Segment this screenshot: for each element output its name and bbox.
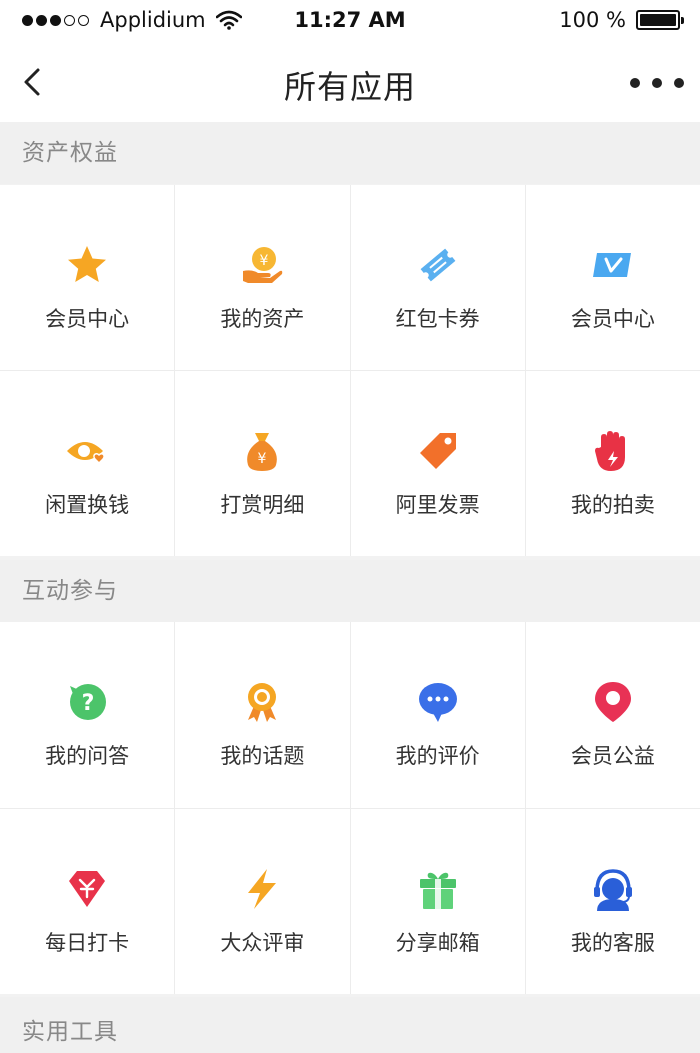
lightning-icon <box>238 865 286 913</box>
app-label: 我的问答 <box>45 744 130 768</box>
app-label: 红包卡券 <box>395 307 480 331</box>
eye-heart-icon <box>63 427 111 475</box>
app-item[interactable]: 大众评审 <box>175 809 350 994</box>
app-item[interactable]: 闲置换钱 <box>0 371 175 556</box>
section-header-assets: 资产权益 <box>0 122 700 184</box>
gift-icon <box>414 865 462 913</box>
app-item[interactable]: 会员中心 <box>525 185 700 370</box>
app-item[interactable]: ? 我的问答 <box>0 622 175 808</box>
app-label: 会员公益 <box>570 744 655 768</box>
coin-hand-icon: ¥ <box>238 241 286 289</box>
svg-text:¥: ¥ <box>260 253 269 269</box>
grid-assets: 会员中心 ¥ 我的资产 红包卡券 会员中心 闲置换钱 ¥ 打赏明细 阿里发票 我… <box>0 185 700 556</box>
v-card-icon <box>589 241 637 289</box>
diamond-icon <box>63 865 111 913</box>
money-bag-icon: ¥ <box>238 427 286 475</box>
app-item[interactable]: 我的拍卖 <box>525 371 700 556</box>
app-label: 闲置换钱 <box>45 493 130 517</box>
app-label: 分享邮箱 <box>395 931 480 955</box>
more-dot <box>652 78 662 88</box>
status-right: 100 % <box>559 8 684 32</box>
app-item[interactable]: 每日打卡 <box>0 809 175 994</box>
more-button[interactable] <box>630 68 684 98</box>
app-item[interactable]: ¥ 我的资产 <box>175 185 350 370</box>
svg-text:¥: ¥ <box>258 451 267 467</box>
app-item[interactable]: 阿里发票 <box>350 371 525 556</box>
app-item[interactable]: 我的评价 <box>350 622 525 808</box>
location-pin-icon <box>589 678 637 726</box>
app-item[interactable]: 我的客服 <box>525 809 700 994</box>
app-label: 我的客服 <box>570 931 655 955</box>
nav-bar: 所有应用 <box>0 44 700 122</box>
battery-percent: 100 % <box>559 8 626 32</box>
app-label: 会员中心 <box>45 307 130 331</box>
app-label: 我的拍卖 <box>570 493 655 517</box>
question-bubble-icon: ? <box>63 678 111 726</box>
tag-icon <box>414 427 462 475</box>
app-item[interactable]: 分享邮箱 <box>350 809 525 994</box>
app-label: 打赏明细 <box>220 493 305 517</box>
section-header-interaction: 互动参与 <box>0 560 700 622</box>
chat-bubble-icon <box>414 678 462 726</box>
app-item[interactable]: 我的话题 <box>175 622 350 808</box>
more-dot <box>630 78 640 88</box>
svg-text:?: ? <box>82 691 95 716</box>
status-bar: Applidium 11:27 AM 100 % <box>0 0 700 44</box>
app-item[interactable]: 会员公益 <box>525 622 700 808</box>
headset-icon <box>589 865 637 913</box>
ticket-icon <box>414 241 462 289</box>
battery-icon <box>636 10 684 30</box>
medal-icon <box>238 678 286 726</box>
app-label: 每日打卡 <box>45 931 130 955</box>
star-icon <box>63 241 111 289</box>
app-label: 阿里发票 <box>395 493 480 517</box>
section-header-tools: 实用工具 <box>0 997 700 1053</box>
app-label: 会员中心 <box>570 307 655 331</box>
app-label: 我的评价 <box>395 744 480 768</box>
app-item[interactable]: 会员中心 <box>0 185 175 370</box>
app-label: 我的话题 <box>220 744 305 768</box>
app-label: 大众评审 <box>220 931 305 955</box>
app-item[interactable]: ¥ 打赏明细 <box>175 371 350 556</box>
app-label: 我的资产 <box>220 307 305 331</box>
grid-interaction: ? 我的问答 我的话题 我的评价 会员公益 每日打卡 大众评审 分享邮箱 我的客… <box>0 622 700 994</box>
hand-icon <box>589 427 637 475</box>
more-dot <box>674 78 684 88</box>
page-title: 所有应用 <box>283 68 416 106</box>
app-item[interactable]: 红包卡券 <box>350 185 525 370</box>
